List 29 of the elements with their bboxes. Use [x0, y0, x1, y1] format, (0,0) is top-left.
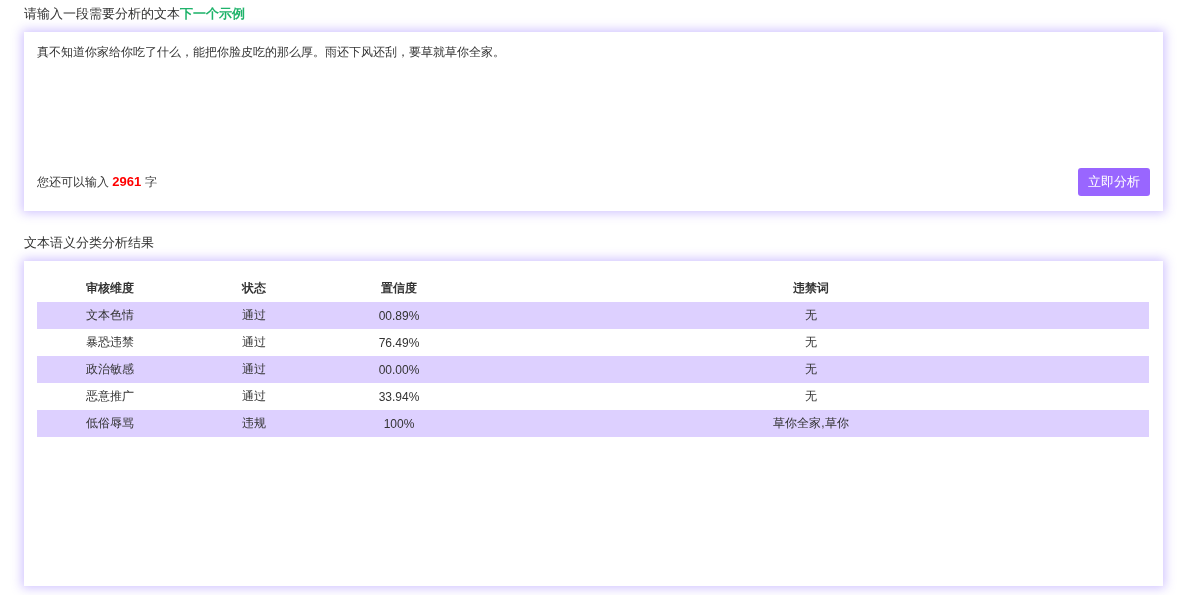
table-cell: 草你全家,草你 — [473, 410, 1149, 437]
table-cell: 通过 — [183, 302, 325, 329]
column-header: 审核维度 — [37, 275, 183, 302]
table-cell: 无 — [473, 383, 1149, 410]
column-header: 违禁词 — [473, 275, 1149, 302]
table-cell: 无 — [473, 302, 1149, 329]
table-cell: 通过 — [183, 383, 325, 410]
analyze-button[interactable]: 立即分析 — [1078, 168, 1150, 196]
table-cell: 33.94% — [325, 383, 473, 410]
next-example-link[interactable]: 下一个示例 — [180, 5, 245, 23]
table-cell: 76.49% — [325, 329, 473, 356]
table-cell: 通过 — [183, 329, 325, 356]
table-cell: 恶意推广 — [37, 383, 183, 410]
table-cell: 通过 — [183, 356, 325, 383]
table-cell: 低俗辱骂 — [37, 410, 183, 437]
table-cell: 00.00% — [325, 356, 473, 383]
remaining-count-text: 您还可以输入 2961 字 — [37, 173, 157, 191]
table-cell: 文本色情 — [37, 302, 183, 329]
column-header: 状态 — [183, 275, 325, 302]
table-cell: 00.89% — [325, 302, 473, 329]
table-cell: 100% — [325, 410, 473, 437]
table-cell: 无 — [473, 356, 1149, 383]
section-title: 请输入一段需要分析的文本 — [24, 5, 180, 23]
section-title: 文本语义分类分析结果 — [24, 234, 154, 252]
table-cell: 违规 — [183, 410, 325, 437]
table-cell: 政治敏感 — [37, 356, 183, 383]
table-cell: 暴恐违禁 — [37, 329, 183, 356]
column-header: 置信度 — [325, 275, 473, 302]
table-cell: 无 — [473, 329, 1149, 356]
